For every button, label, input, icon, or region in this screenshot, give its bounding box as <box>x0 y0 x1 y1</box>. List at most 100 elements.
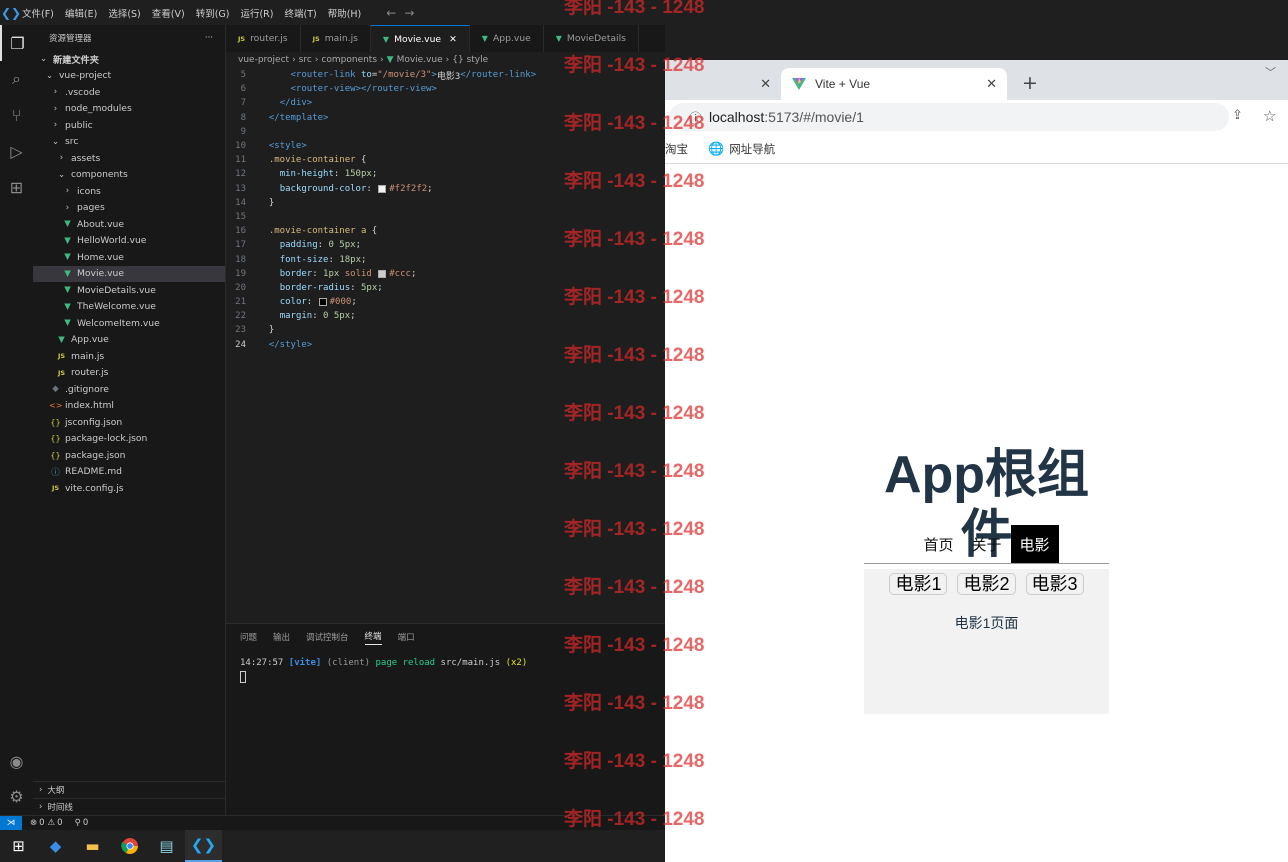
tree-item[interactable]: ⌄ 新建文件夹 <box>33 51 225 68</box>
tree-item[interactable]: ▼ Movie.vue <box>33 265 225 282</box>
tree-item[interactable]: ▼ Home.vue <box>33 249 225 266</box>
menu-item[interactable]: 转到(G) <box>196 9 230 20</box>
error-icon[interactable]: ⊗ <box>30 818 37 828</box>
tree-item[interactable]: ◆ .gitignore <box>33 381 225 398</box>
panel-tab[interactable]: 输出 <box>273 631 290 643</box>
tree-item[interactable]: JS vite.config.js <box>33 480 225 497</box>
tree-item[interactable]: ⌄ components <box>33 167 225 184</box>
nav-link[interactable]: 电影 <box>1010 525 1059 563</box>
breadcrumb-item[interactable]: vue-project <box>238 55 289 65</box>
tree-item[interactable]: JS main.js <box>33 348 225 365</box>
breadcrumb-item[interactable]: components <box>321 55 377 65</box>
back-arrow-icon[interactable]: ← <box>386 6 404 20</box>
tree-item[interactable]: ▼ TheWelcome.vue <box>33 299 225 316</box>
settings-gear-icon[interactable]: ⚙ <box>0 778 33 814</box>
tree-item[interactable]: {} package-lock.json <box>33 431 225 448</box>
warning-icon[interactable]: ⚠ <box>48 818 56 828</box>
tree-item[interactable]: ▼ MovieDetails.vue <box>33 282 225 299</box>
new-tab-button[interactable]: + <box>1017 70 1043 96</box>
editor-tab[interactable]: ▼ App.vue <box>470 25 544 52</box>
breadcrumb-item[interactable]: src <box>299 55 312 65</box>
menu-item[interactable]: 运行(R) <box>240 9 273 20</box>
share-icon[interactable]: ⇪ <box>1232 108 1243 123</box>
menu-item[interactable]: 编辑(E) <box>65 9 97 20</box>
tree-item[interactable]: › node_modules <box>33 101 225 118</box>
tree-item[interactable]: {} jsconfig.json <box>33 414 225 431</box>
tab-search-chevron-icon[interactable]: ﹀ <box>1265 64 1276 80</box>
tree-item[interactable]: JS router.js <box>33 365 225 382</box>
movie-link[interactable]: 电影3 <box>1025 573 1084 595</box>
bookmark-taobao[interactable]: 淘宝 <box>665 141 688 157</box>
tree-item[interactable]: › public <box>33 117 225 134</box>
editor-tab[interactable]: ▼ Movie.vue ✕ <box>370 25 470 52</box>
outline-section[interactable]: › 大纲 <box>33 781 226 798</box>
tree-item-label: index.html <box>65 400 114 412</box>
account-icon[interactable]: ◉ <box>0 743 33 779</box>
notepad-icon[interactable]: ▤ <box>148 830 185 862</box>
tree-item[interactable]: › icons <box>33 183 225 200</box>
breadcrumb-item[interactable]: {} style <box>452 55 488 65</box>
movie-link[interactable]: 电影2 <box>957 573 1016 595</box>
tree-item[interactable]: ▼ WelcomeItem.vue <box>33 315 225 332</box>
bookmark-nav[interactable]: 网址导航 <box>729 141 775 157</box>
bookmark-star-icon[interactable]: ☆ <box>1263 107 1276 125</box>
color-swatch[interactable] <box>378 269 387 278</box>
tab-close-icon[interactable]: ✕ <box>986 76 997 92</box>
forward-arrow-icon[interactable]: → <box>404 6 422 20</box>
panel-tab[interactable]: 调试控制台 <box>306 631 349 643</box>
menu-item[interactable]: 帮助(H) <box>328 9 362 20</box>
search-icon[interactable]: ⌕ <box>0 61 33 97</box>
tree-item[interactable]: ⓘ README.md <box>33 464 225 481</box>
menu-item[interactable]: 查看(V) <box>152 9 185 20</box>
explorer-icon[interactable]: ❐ <box>0 25 33 61</box>
remote-icon[interactable]: ⋊ <box>0 815 22 831</box>
tree-item[interactable]: <> index.html <box>33 398 225 415</box>
prev-tab-close-icon[interactable]: ✕ <box>760 77 771 92</box>
tree-item[interactable]: › assets <box>33 150 225 167</box>
code-editor[interactable]: 5 <router-link to = "/movie/3" > 电影3 </router… <box>226 68 665 623</box>
site-info-icon[interactable]: ⓘ <box>689 108 702 127</box>
address-bar[interactable]: ⓘ localhost:5173/#/movie/1 <box>669 103 1229 131</box>
app-feather-icon[interactable]: ◆ <box>37 830 74 862</box>
panel-tab[interactable]: 端口 <box>398 631 415 643</box>
tree-item[interactable]: ▼ App.vue <box>33 332 225 349</box>
tree-item[interactable]: › pages <box>33 200 225 217</box>
editor-tab[interactable]: JS main.js <box>301 25 371 52</box>
tree-item-label: MovieDetails.vue <box>77 284 156 296</box>
panel-tab[interactable]: 问题 <box>240 631 257 643</box>
explorer-more-button[interactable]: ··· <box>205 33 213 43</box>
prev-tab[interactable]: ✕ <box>665 68 777 100</box>
windows-start-icon[interactable]: ⊞ <box>0 830 37 862</box>
breadcrumb-item[interactable]: Movie.vue <box>397 55 443 65</box>
active-browser-tab[interactable]: Vite + Vue ✕ <box>781 68 1007 100</box>
ports-icon[interactable]: ⚲ <box>75 818 81 828</box>
menu-item[interactable]: 终端(T) <box>284 9 316 20</box>
tree-item[interactable]: {} package.json <box>33 447 225 464</box>
tree-item[interactable]: ▼ About.vue <box>33 216 225 233</box>
nav-link[interactable]: 关于 <box>962 525 1010 563</box>
tab-close-icon[interactable]: ✕ <box>449 34 457 45</box>
chrome-icon[interactable] <box>111 830 148 862</box>
tree-item[interactable]: ▼ HelloWorld.vue <box>33 233 225 250</box>
tree-item-label: assets <box>71 152 101 164</box>
editor-tab[interactable]: ▼ MovieDetails <box>544 25 639 52</box>
menu-item[interactable]: 文件(F) <box>22 9 54 20</box>
tree-item[interactable]: ⌄ src <box>33 134 225 151</box>
nav-link[interactable]: 首页 <box>914 525 962 563</box>
tree-item[interactable]: ⌄ vue-project <box>33 68 225 85</box>
timeline-section[interactable]: › 时间线 <box>33 798 226 815</box>
file-explorer-icon[interactable]: ▬ <box>74 830 111 862</box>
source-control-icon[interactable]: ⑂ <box>0 97 33 133</box>
panel-tab[interactable]: 终端 <box>364 630 382 645</box>
movie-link[interactable]: 电影1 <box>889 573 948 595</box>
terminal[interactable]: 14:27:57 [vite] (client) page reload src… <box>226 650 665 691</box>
color-swatch[interactable] <box>318 298 327 307</box>
color-swatch[interactable] <box>378 184 387 193</box>
run-debug-icon[interactable]: ▷ <box>0 133 33 169</box>
vscode-taskbar-icon[interactable]: ❮❯ <box>185 830 222 862</box>
menu-item[interactable]: 选择(S) <box>108 9 140 20</box>
editor-tab[interactable]: JS router.js <box>226 25 301 52</box>
tree-item-label: .gitignore <box>65 383 109 395</box>
extensions-icon[interactable]: ⊞ <box>0 169 33 205</box>
tree-item[interactable]: › .vscode <box>33 84 225 101</box>
